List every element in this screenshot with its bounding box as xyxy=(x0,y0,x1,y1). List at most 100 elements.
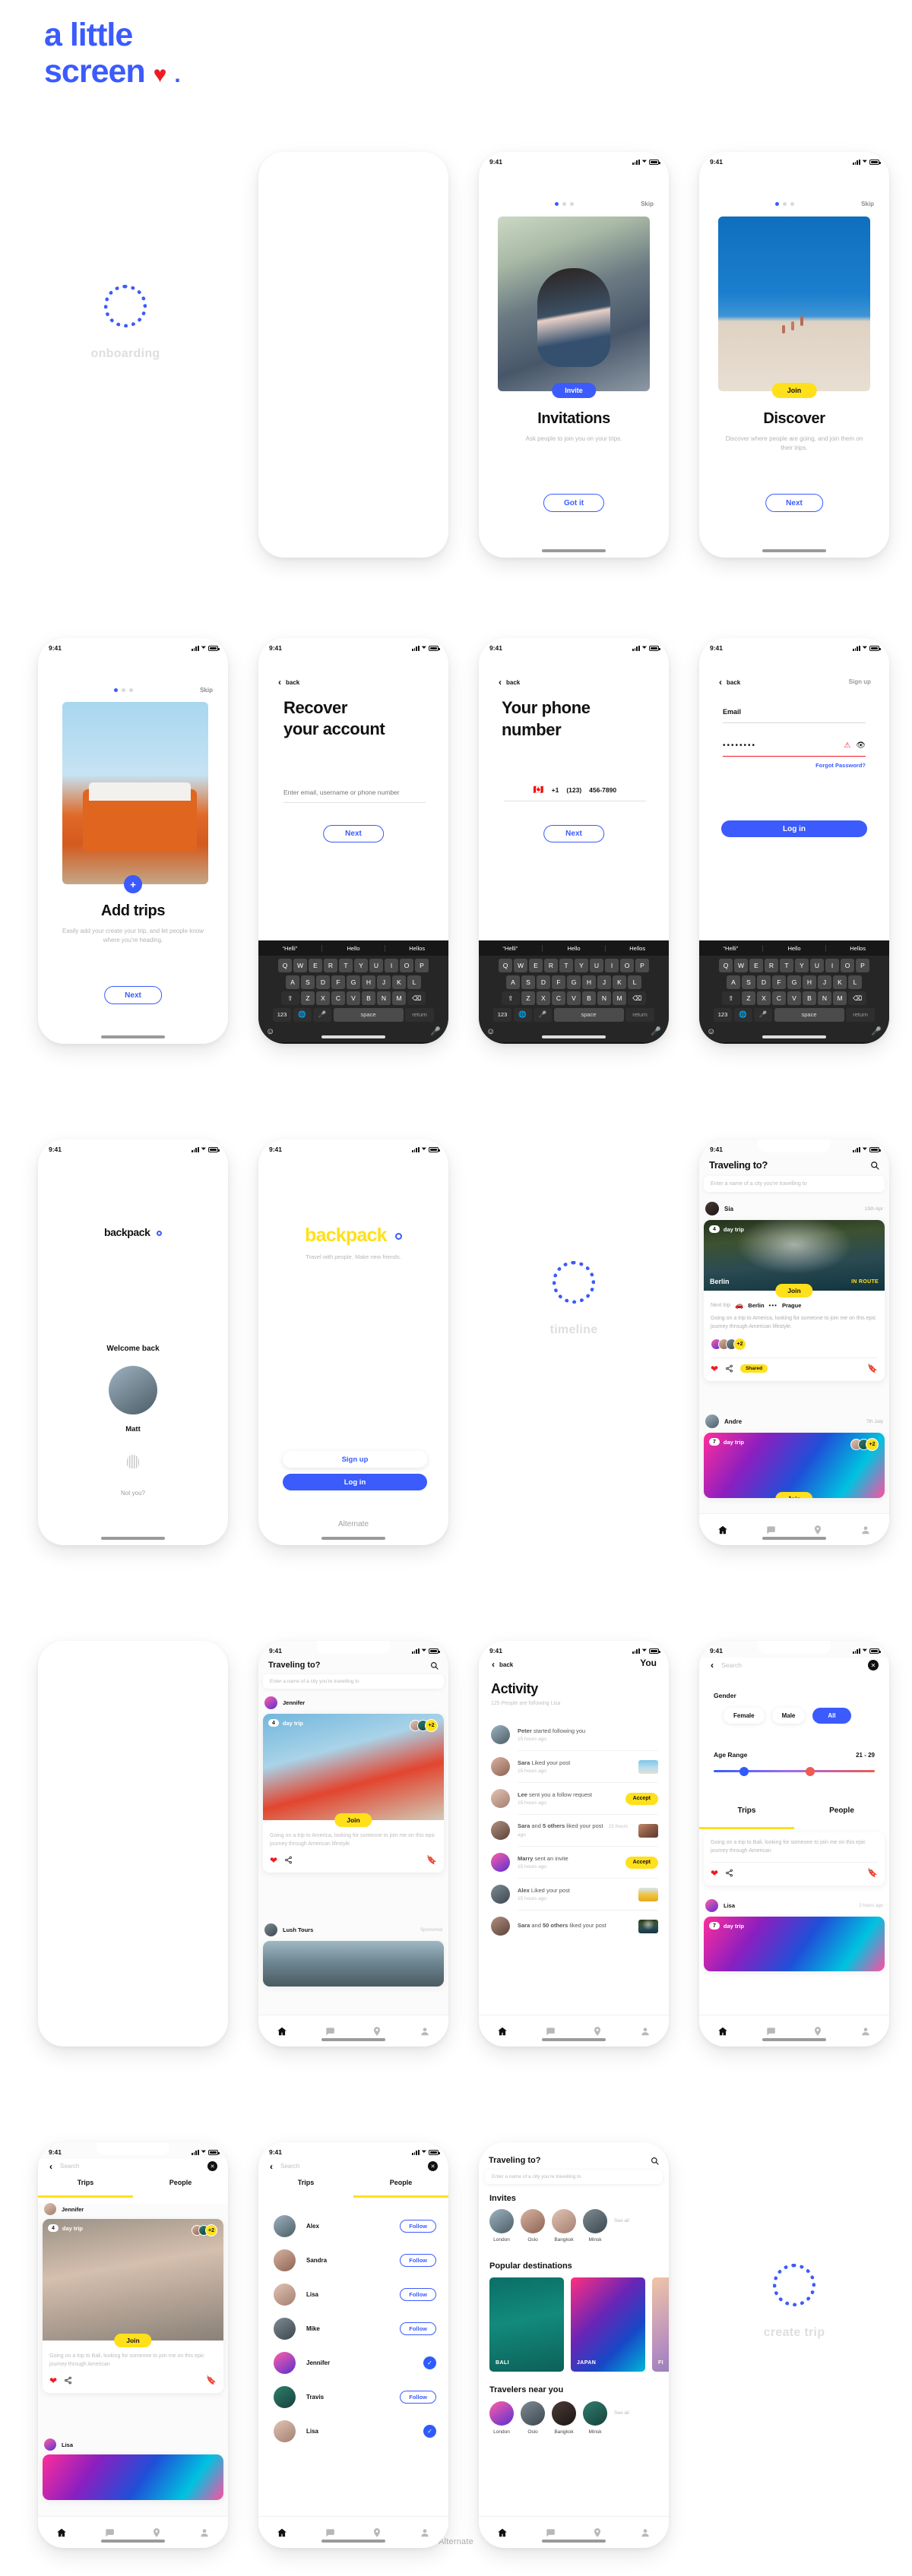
avatar[interactable] xyxy=(264,1696,277,1709)
avatar[interactable] xyxy=(521,2401,545,2426)
avatar[interactable] xyxy=(705,1899,718,1912)
tab-bar[interactable] xyxy=(699,1513,889,1545)
tab-trips[interactable]: Trips xyxy=(699,1806,794,1815)
chat-icon[interactable] xyxy=(545,2527,556,2538)
join-badge-button[interactable]: Join xyxy=(771,383,817,398)
accept-button[interactable]: Accept xyxy=(625,1792,658,1805)
keyboard[interactable]: “Helli” Hello Hellos Q W E R T Y U I O P… xyxy=(258,940,448,1044)
trip-card[interactable] xyxy=(263,1941,444,1987)
skip-button[interactable]: Skip xyxy=(641,201,654,207)
key-z[interactable]: Z xyxy=(301,991,315,1005)
join-button[interactable]: Join xyxy=(334,1813,372,1827)
key-f[interactable]: F xyxy=(331,975,345,989)
key-z[interactable]: Z xyxy=(521,991,535,1005)
list-item[interactable]: Marry sent an invite 15 hours ago Accept xyxy=(491,1847,658,1878)
tab-bar[interactable] xyxy=(479,2015,669,2047)
key-k[interactable]: K xyxy=(392,975,406,989)
gender-option-all[interactable]: All xyxy=(812,1708,851,1724)
following-check-icon[interactable]: ✓ xyxy=(423,2425,436,2438)
bookmark-icon[interactable]: 🔖 xyxy=(426,1855,437,1865)
key-s[interactable]: S xyxy=(521,975,535,989)
location-pin-icon[interactable] xyxy=(372,2527,382,2538)
key-r[interactable]: R xyxy=(765,959,778,972)
suggestion-2[interactable]: Hellos xyxy=(385,944,448,952)
tab-bar[interactable] xyxy=(699,2015,889,2047)
next-button[interactable]: Next xyxy=(104,986,162,1004)
back-button[interactable]: ‹ back xyxy=(492,1660,513,1669)
add-trip-button[interactable]: + xyxy=(124,875,142,893)
key-w[interactable]: W xyxy=(293,959,307,972)
key-a[interactable]: A xyxy=(727,975,740,989)
trip-card[interactable] xyxy=(43,2454,223,2500)
post-thumbnail[interactable] xyxy=(638,1759,658,1774)
list-item[interactable]: Sandra Follow xyxy=(274,2243,436,2277)
list-item[interactable]: Lisa Follow xyxy=(274,2277,436,2312)
next-button[interactable]: Next xyxy=(323,825,384,842)
globe-icon[interactable]: 🌐 xyxy=(513,1007,532,1022)
avatar[interactable] xyxy=(552,2209,576,2233)
key-n[interactable]: N xyxy=(377,991,391,1005)
list-item[interactable]: Sara Liked your post 15 hours ago xyxy=(491,1751,658,1782)
dictation-icon[interactable]: 🎤 xyxy=(754,1007,772,1022)
key-j[interactable]: J xyxy=(377,975,391,989)
keyboard[interactable]: “Helli” Hello Hellos Q W E R T Y U I O P… xyxy=(479,940,669,1044)
slider-handle-max[interactable] xyxy=(805,1766,815,1776)
key-k[interactable]: K xyxy=(613,975,626,989)
forgot-password-link[interactable]: Forgot Password? xyxy=(723,762,866,769)
key-p[interactable]: P xyxy=(635,959,649,972)
avatar[interactable] xyxy=(552,2401,576,2426)
avatar[interactable] xyxy=(44,2203,56,2215)
location-pin-icon[interactable] xyxy=(372,2026,382,2037)
key-m[interactable]: M xyxy=(392,991,406,1005)
country-flag-icon[interactable]: 🇨🇦 xyxy=(534,785,544,795)
keyboard-row-2[interactable]: A S D F G H J K L xyxy=(699,975,889,989)
trip-card[interactable]: 7 day trip xyxy=(704,1917,885,1971)
key-y[interactable]: Y xyxy=(795,959,809,972)
key-n[interactable]: N xyxy=(818,991,831,1005)
key-g[interactable]: G xyxy=(347,975,360,989)
list-item[interactable]: Lee sent you a follow request 15 hours a… xyxy=(491,1783,658,1814)
emoji-icon[interactable]: ☺ xyxy=(266,1027,274,1036)
dictation-icon[interactable]: 🎤 xyxy=(313,1007,331,1022)
fingerprint-icon[interactable] xyxy=(127,1455,139,1468)
keyboard-row-2[interactable]: A S D F G H J K L xyxy=(258,975,448,989)
key-d[interactable]: D xyxy=(757,975,771,989)
key-m[interactable]: M xyxy=(613,991,626,1005)
key-p[interactable]: P xyxy=(415,959,429,972)
key-i[interactable]: I xyxy=(825,959,839,972)
list-item[interactable]: Alex Follow xyxy=(274,2209,436,2243)
key-r[interactable]: R xyxy=(324,959,337,972)
avatar[interactable] xyxy=(583,2401,607,2426)
shift-key[interactable]: ⇧ xyxy=(501,991,520,1005)
avatar[interactable] xyxy=(705,1414,719,1428)
key-t[interactable]: T xyxy=(780,959,793,972)
key-i[interactable]: I xyxy=(385,959,398,972)
key-y[interactable]: Y xyxy=(354,959,368,972)
home-icon[interactable] xyxy=(277,2527,287,2538)
search-icon[interactable] xyxy=(430,1661,439,1670)
key-h[interactable]: H xyxy=(803,975,816,989)
like-icon[interactable]: ❤ xyxy=(270,1855,277,1866)
back-button[interactable]: ‹ xyxy=(49,2162,52,2171)
key-h[interactable]: H xyxy=(582,975,596,989)
keyboard-suggestions[interactable]: “Helli” Hello Hellos xyxy=(479,940,669,956)
key-x[interactable]: X xyxy=(316,991,330,1005)
follow-button[interactable]: Follow xyxy=(400,2322,436,2335)
key-b[interactable]: B xyxy=(803,991,816,1005)
avatar[interactable] xyxy=(491,1789,510,1808)
globe-icon[interactable]: 🌐 xyxy=(733,1007,752,1022)
participants[interactable]: +2 xyxy=(192,2224,217,2236)
key-b[interactable]: B xyxy=(582,991,596,1005)
tab-trips[interactable]: Trips xyxy=(258,2179,353,2186)
key-l[interactable]: L xyxy=(848,975,862,989)
keyboard-row-4[interactable]: 123 🌐 🎤 space return xyxy=(258,1007,448,1022)
numbers-key[interactable]: 123 xyxy=(714,1007,732,1022)
keyboard-row-4[interactable]: 123 🌐 🎤 space return xyxy=(699,1007,889,1022)
mic-icon[interactable]: 🎤 xyxy=(871,1026,882,1036)
key-g[interactable]: G xyxy=(567,975,581,989)
skip-button[interactable]: Skip xyxy=(200,687,213,694)
avatar[interactable] xyxy=(583,2209,607,2233)
key-d[interactable]: D xyxy=(537,975,550,989)
join-button[interactable]: Join xyxy=(775,1492,813,1498)
home-icon[interactable] xyxy=(497,2026,508,2037)
